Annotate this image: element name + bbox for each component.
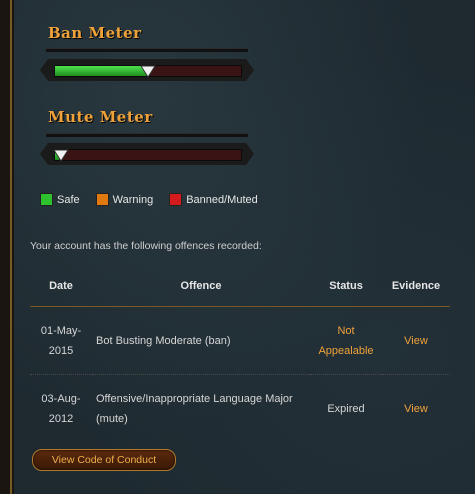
legend-item-warning: Warning bbox=[95, 193, 154, 206]
offences-intro-text: Your account has the following offences … bbox=[30, 240, 262, 252]
table-header-row: Date Offence Status Evidence bbox=[30, 266, 450, 307]
legend-label-banned: Banned/Muted bbox=[186, 193, 258, 206]
header-evidence: Evidence bbox=[382, 266, 450, 307]
header-offence: Offence bbox=[92, 266, 310, 307]
legend-item-safe: Safe bbox=[40, 193, 80, 206]
banned-swatch bbox=[169, 193, 183, 206]
legend-label-safe: Safe bbox=[57, 193, 80, 206]
ban-meter-title: Ban Meter bbox=[48, 24, 142, 42]
ban-meter bbox=[40, 59, 254, 81]
mute-meter-marker-icon bbox=[53, 149, 69, 162]
safe-swatch bbox=[40, 193, 53, 206]
mute-meter-track bbox=[53, 149, 242, 162]
row-offence: Bot Busting Moderate (ban) bbox=[92, 306, 310, 375]
offences-table: Date Offence Status Evidence 01-May-2015… bbox=[30, 266, 450, 442]
meter-legend: Safe Warning Banned/Muted bbox=[40, 193, 274, 206]
ban-meter-fill bbox=[55, 66, 148, 76]
mute-meter-title: Mute Meter bbox=[48, 108, 153, 126]
header-status: Status bbox=[310, 266, 382, 307]
left-border bbox=[0, 0, 14, 494]
row-date: 01-May-2015 bbox=[30, 306, 92, 375]
mute-meter bbox=[40, 143, 254, 165]
row-status: Expired bbox=[327, 402, 365, 415]
row-offence: Offensive/Inappropriate Language Major (… bbox=[96, 392, 293, 425]
mute-meter-rule bbox=[46, 133, 248, 137]
table-row: 01-May-2015 Bot Busting Moderate (ban) N… bbox=[30, 306, 450, 375]
warning-swatch bbox=[95, 193, 109, 206]
legend-item-banned: Banned/Muted bbox=[169, 193, 258, 206]
view-evidence-link[interactable]: View bbox=[404, 335, 428, 347]
ban-meter-marker-icon bbox=[140, 65, 156, 78]
view-evidence-link[interactable]: View bbox=[404, 403, 428, 415]
table-row: 03-Aug-2012 Offensive/Inappropriate Lang… bbox=[30, 375, 450, 443]
header-date: Date bbox=[30, 266, 92, 307]
view-code-of-conduct-button[interactable]: View Code of Conduct bbox=[32, 449, 176, 471]
row-status: Not Appealable bbox=[310, 306, 382, 375]
ban-meter-track bbox=[54, 65, 242, 78]
row-date: 03-Aug-2012 bbox=[41, 392, 81, 425]
ban-meter-rule bbox=[46, 48, 248, 52]
legend-label-warning: Warning bbox=[112, 193, 154, 206]
